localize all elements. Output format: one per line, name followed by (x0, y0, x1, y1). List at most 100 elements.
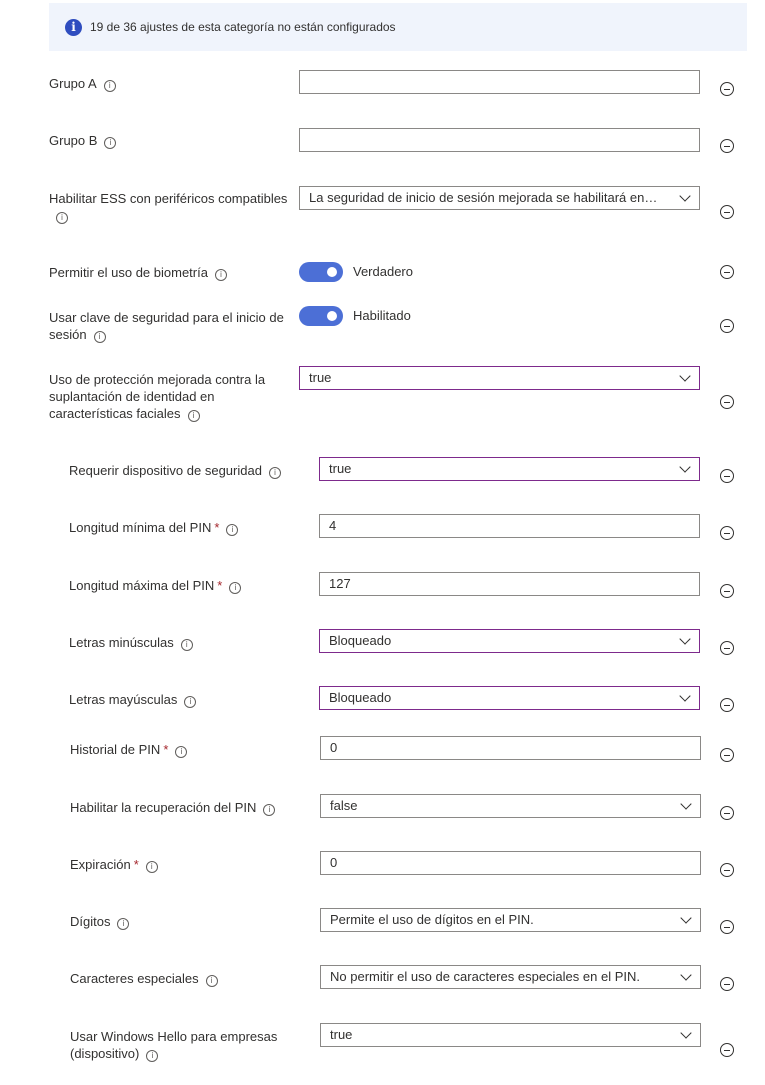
info-icon[interactable]: i (180, 639, 193, 651)
remove-setting-icon[interactable] (720, 82, 734, 96)
setting-8-input[interactable]: 127 (319, 572, 700, 596)
setting-8-label: Longitud máxima del PIN * i (69, 577, 309, 594)
setting-14-dropdown[interactable]: Permite el uso de dígitos en el PIN. (320, 908, 701, 932)
setting-2-label: Habilitar ESS con periféricos compatible… (49, 190, 289, 224)
setting-label-text: Usar clave de seguridad para el inicio d… (49, 310, 284, 342)
setting-label-text: Uso de protección mejorada contra la sup… (49, 372, 266, 421)
info-icon[interactable]: i (263, 804, 276, 816)
field-value: 0 (330, 740, 338, 755)
setting-label-text: Letras minúsculas (69, 635, 174, 650)
remove-setting-icon[interactable] (720, 920, 734, 934)
setting-4-toggle-text: Habilitado (353, 308, 411, 323)
remove-setting-icon[interactable] (720, 395, 734, 409)
setting-15-dropdown[interactable]: No permitir el uso de caracteres especia… (320, 965, 701, 989)
required-asterisk: * (163, 742, 169, 757)
field-value: La seguridad de inicio de sesión mejorad… (309, 190, 659, 205)
chevron-down-icon (679, 461, 691, 473)
setting-9-dropdown[interactable]: Bloqueado (319, 629, 700, 653)
setting-label-text: Usar Windows Hello para empresas (dispos… (70, 1029, 278, 1061)
setting-5-label: Uso de protección mejorada contra la sup… (49, 371, 279, 422)
chevron-down-icon (679, 633, 691, 645)
setting-0-label: Grupo A i (49, 75, 289, 92)
setting-label-text: Habilitar ESS con periféricos compatible… (49, 191, 288, 206)
setting-12-dropdown[interactable]: false (320, 794, 701, 818)
setting-7-label: Longitud mínima del PIN * i (69, 519, 309, 536)
chevron-down-icon (680, 798, 692, 810)
info-icon[interactable]: i (187, 410, 200, 422)
remove-setting-icon[interactable] (720, 748, 734, 762)
setting-4-label: Usar clave de seguridad para el inicio d… (49, 309, 289, 343)
setting-16-dropdown[interactable]: true (320, 1023, 701, 1047)
remove-setting-icon[interactable] (720, 584, 734, 598)
info-icon[interactable]: i (104, 137, 117, 149)
setting-13-input[interactable]: 0 (320, 851, 701, 875)
banner-text: 19 de 36 ajustes de esta categoría no es… (90, 20, 396, 34)
field-value: true (309, 370, 332, 385)
field-value: 127 (329, 576, 351, 591)
field-value: Bloqueado (329, 690, 392, 705)
remove-setting-icon[interactable] (720, 205, 734, 219)
info-icon[interactable]: i (56, 212, 68, 224)
chevron-down-icon (679, 370, 691, 382)
info-icon[interactable]: i (175, 746, 188, 758)
setting-11-input[interactable]: 0 (320, 736, 701, 760)
remove-setting-icon[interactable] (720, 863, 734, 877)
field-value: Bloqueado (329, 633, 392, 648)
info-icon[interactable]: i (103, 80, 116, 92)
remove-setting-icon[interactable] (720, 139, 734, 153)
setting-label-text: Grupo B (49, 133, 98, 148)
setting-6-label: Requerir dispositivo de seguridad i (69, 462, 309, 479)
setting-3-toggle[interactable] (299, 262, 343, 282)
remove-setting-icon[interactable] (720, 319, 734, 333)
remove-setting-icon[interactable] (720, 806, 734, 820)
info-icon[interactable]: i (145, 861, 158, 873)
remove-setting-icon[interactable] (720, 526, 734, 540)
setting-label-text: Historial de PIN (70, 742, 161, 757)
info-icon[interactable]: i (226, 524, 239, 536)
setting-5-dropdown[interactable]: true (299, 366, 700, 390)
setting-label-text: Caracteres especiales (70, 971, 199, 986)
info-icon[interactable]: i (146, 1050, 159, 1062)
setting-13-label: Expiración * i (70, 856, 310, 873)
field-value: true (329, 461, 352, 476)
setting-15-label: Caracteres especiales i (70, 970, 310, 987)
setting-label-text: Permitir el uso de biometría (49, 265, 208, 280)
setting-2-dropdown[interactable]: La seguridad de inicio de sesión mejorad… (299, 186, 700, 210)
chevron-down-icon (680, 969, 692, 981)
info-icon[interactable]: i (205, 975, 218, 987)
info-icon[interactable]: i (268, 467, 281, 479)
setting-10-label: Letras mayúsculas i (69, 691, 309, 708)
remove-setting-icon[interactable] (720, 469, 734, 483)
required-asterisk: * (214, 520, 220, 535)
setting-4-toggle[interactable] (299, 306, 343, 326)
setting-10-dropdown[interactable]: Bloqueado (319, 686, 700, 710)
remove-setting-icon[interactable] (720, 698, 734, 712)
info-banner: i 19 de 36 ajustes de esta categoría no … (49, 3, 747, 51)
field-value: 0 (330, 855, 338, 870)
remove-setting-icon[interactable] (720, 265, 734, 279)
info-icon[interactable]: i (184, 696, 197, 708)
toggle-knob (327, 311, 337, 321)
setting-0-input[interactable] (299, 70, 700, 94)
remove-setting-icon[interactable] (720, 641, 734, 655)
field-value: 4 (329, 518, 337, 533)
info-icon[interactable]: i (214, 269, 227, 281)
remove-setting-icon[interactable] (720, 1043, 734, 1057)
chevron-down-icon (680, 912, 692, 924)
setting-1-label: Grupo B i (49, 132, 289, 149)
setting-14-label: Dígitos i (70, 913, 310, 930)
setting-label-text: Grupo A (49, 76, 97, 91)
info-icon[interactable]: i (117, 918, 130, 930)
remove-setting-icon[interactable] (720, 977, 734, 991)
required-asterisk: * (133, 857, 139, 872)
info-icon[interactable]: i (93, 331, 106, 343)
chevron-down-icon (680, 1027, 692, 1039)
field-value: Permite el uso de dígitos en el PIN. (330, 912, 534, 927)
setting-7-input[interactable]: 4 (319, 514, 700, 538)
setting-label-text: Habilitar la recuperación del PIN (70, 800, 257, 815)
chevron-down-icon (679, 190, 691, 202)
info-icon[interactable]: i (229, 582, 242, 594)
setting-6-dropdown[interactable]: true (319, 457, 700, 481)
setting-1-input[interactable] (299, 128, 700, 152)
setting-16-label: Usar Windows Hello para empresas (dispos… (70, 1028, 290, 1062)
